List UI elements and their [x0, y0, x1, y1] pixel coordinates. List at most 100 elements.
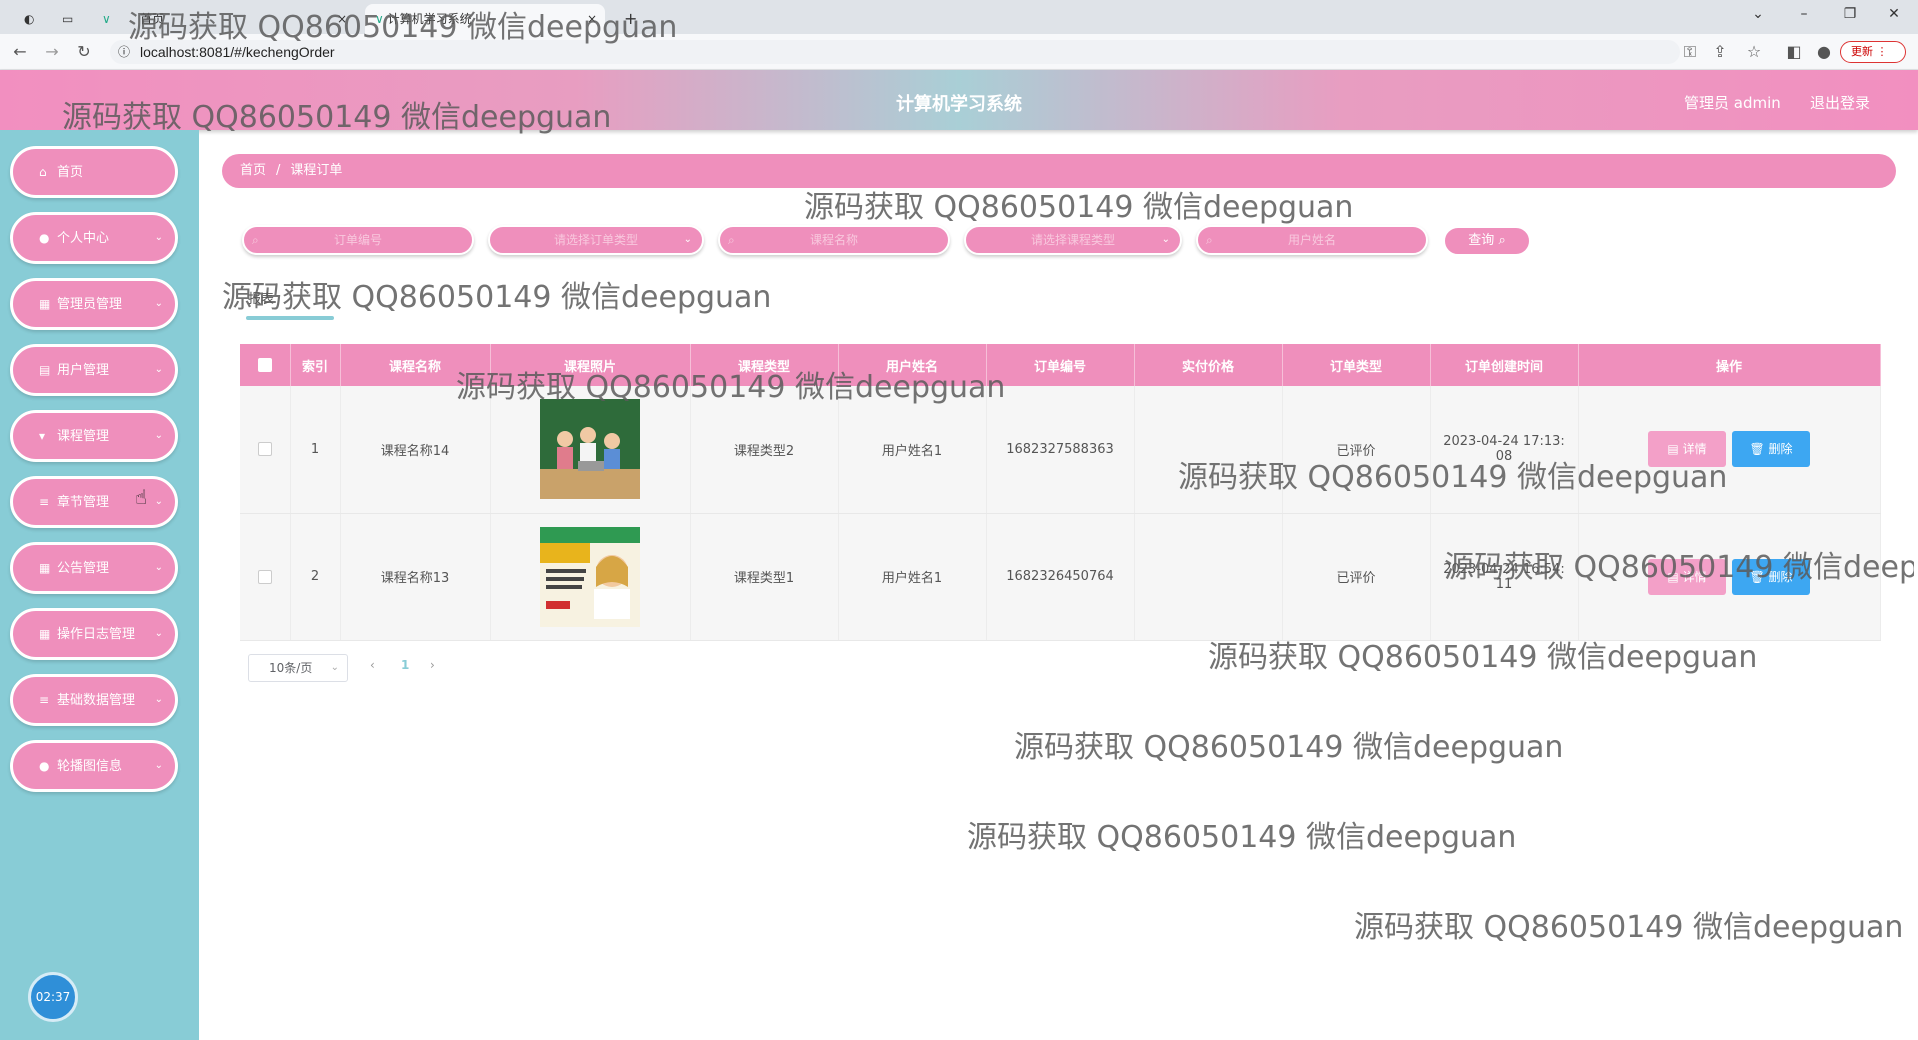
- document-icon: ▤: [1667, 442, 1679, 457]
- trash-icon: 🗑: [1749, 442, 1765, 457]
- course-photo-cell: [490, 386, 691, 514]
- back-icon[interactable]: ←: [10, 42, 30, 61]
- course-name-input[interactable]: ⌕ 课程名称: [718, 225, 950, 255]
- chevron-down-icon: ⌄: [154, 694, 163, 705]
- close-icon[interactable]: ×: [587, 4, 597, 34]
- sidebar-item-chapters[interactable]: ≡ 章节管理 ⌄: [10, 476, 178, 528]
- select-all-checkbox[interactable]: [257, 358, 272, 372]
- grid-icon: ▦: [39, 627, 51, 641]
- delete-button[interactable]: 🗑 删除: [1732, 558, 1810, 595]
- window-icon[interactable]: ▭: [52, 4, 83, 34]
- breadcrumb-separator: /: [276, 163, 281, 178]
- search-icon: ⌕: [1206, 233, 1213, 247]
- order-no-input[interactable]: ⌕ 订单编号: [242, 225, 474, 255]
- chevron-down-icon: ⌄: [154, 232, 163, 243]
- breadcrumb-current: 课程订单: [290, 163, 343, 178]
- page-number-current[interactable]: 1: [401, 658, 409, 672]
- new-tab-button[interactable]: +: [614, 4, 647, 34]
- vue-icon: ∨: [102, 12, 111, 26]
- chevron-down-icon: ⌄: [330, 662, 339, 673]
- sidebar-item-courses[interactable]: ▾ 课程管理 ⌄: [10, 410, 178, 462]
- index-cell: 2: [290, 513, 341, 641]
- course-photo-image[interactable]: [540, 399, 640, 500]
- breadcrumb-home[interactable]: 首页: [240, 163, 266, 178]
- column-header: 用户姓名: [838, 344, 987, 386]
- sidebar-item-users[interactable]: ▤ 用户管理 ⌄: [10, 344, 178, 396]
- page-size-label: 10条/页: [269, 661, 313, 675]
- created-time-line: 2023-04-24 16:54:: [1443, 561, 1565, 577]
- detail-label: 详情: [1682, 442, 1707, 457]
- grid-icon: ▦: [39, 297, 51, 311]
- created-time-line: 11: [1495, 576, 1513, 592]
- sidebar-item-logs[interactable]: ▦ 操作日志管理 ⌄: [10, 608, 178, 660]
- row-checkbox[interactable]: [257, 569, 272, 584]
- forward-icon[interactable]: →: [42, 42, 62, 61]
- created-time-line: 2023-04-24 17:13:: [1443, 434, 1565, 450]
- chevron-down-icon: ⌄: [154, 760, 163, 771]
- order-type-cell: 已评价: [1282, 513, 1431, 641]
- column-header: 订单创建时间: [1430, 344, 1579, 386]
- chevron-down-icon: ⌄: [154, 562, 163, 573]
- tab-underline: [246, 316, 334, 320]
- close-window-icon[interactable]: ✕: [1876, 6, 1912, 22]
- placeholder: 请选择订单类型: [553, 233, 638, 247]
- sidebar-item-home[interactable]: ⌂ 首页: [10, 146, 178, 198]
- trophy-icon: ▾: [39, 429, 46, 443]
- course-type-select[interactable]: 请选择课程类型 ⌄: [964, 225, 1182, 255]
- page-size-select[interactable]: 10条/页 ⌄: [248, 654, 348, 682]
- delete-button[interactable]: 🗑 删除: [1732, 431, 1810, 468]
- profile-icon[interactable]: ●: [1814, 42, 1834, 61]
- sidebar-item-carousel[interactable]: ● 轮播图信息 ⌄: [10, 740, 178, 792]
- course-photo-image[interactable]: [540, 526, 640, 627]
- browser-icon[interactable]: ◐: [14, 4, 44, 34]
- tab-active[interactable]: ∨ 计算机学习系统 ×: [365, 4, 605, 34]
- prev-page-button[interactable]: ‹: [370, 658, 375, 672]
- select-all-cell[interactable]: [240, 344, 291, 386]
- delete-label: 删除: [1768, 569, 1793, 584]
- sidepanel-icon[interactable]: ◧: [1784, 42, 1804, 61]
- minimize-icon[interactable]: –: [1786, 6, 1822, 22]
- info-icon[interactable]: ⓘ: [118, 40, 130, 64]
- sidebar-item-label: 用户管理: [57, 363, 110, 378]
- course-type-cell: 课程类型2: [690, 386, 839, 514]
- detail-button[interactable]: ▤ 详情: [1648, 558, 1726, 595]
- star-icon[interactable]: ☆: [1744, 42, 1764, 61]
- search-icon: ⌕: [728, 233, 735, 247]
- share-icon[interactable]: ⇪: [1710, 42, 1730, 61]
- address-bar: ← → ↻ ⓘ localhost:8081/#/kechengOrder ⚿ …: [0, 34, 1918, 70]
- key-icon[interactable]: ⚿: [1680, 42, 1700, 62]
- user-name-input[interactable]: ⌕ 用户姓名: [1196, 225, 1428, 255]
- price-cell: [1134, 386, 1283, 514]
- reload-icon[interactable]: ↻: [74, 42, 94, 61]
- browser-tabstrip: ◐ ▭ ∨ 首页 × ∨ 计算机学习系统 × + ⌄ – ❐ ✕: [0, 0, 1918, 34]
- url-input[interactable]: ⓘ localhost:8081/#/kechengOrder: [110, 40, 1680, 64]
- close-icon[interactable]: ×: [337, 4, 347, 34]
- app-title: 计算机学习系统: [896, 94, 1022, 115]
- placeholder: 课程名称: [809, 233, 858, 247]
- tab-home[interactable]: 首页 ×: [130, 4, 355, 34]
- sidebar-item-admins[interactable]: ▦ 管理员管理 ⌄: [10, 278, 178, 330]
- next-page-button[interactable]: ›: [430, 658, 435, 672]
- order-type-cell: 已评价: [1282, 386, 1431, 514]
- order-type-select[interactable]: 请选择订单类型 ⌄: [488, 225, 704, 255]
- logout-link[interactable]: 退出登录: [1810, 92, 1870, 113]
- sidebar-item-basedata[interactable]: ≡ 基础数据管理 ⌄: [10, 674, 178, 726]
- table-header-row: 索引 课程名称 课程照片 课程类型 用户姓名 订单编号 实付价格 订单类型 订单…: [240, 344, 1881, 386]
- detail-button[interactable]: ▤ 详情: [1648, 431, 1726, 468]
- sidebar-item-profile[interactable]: ● 个人中心 ⌄: [10, 212, 178, 264]
- mouse-cursor-icon: ☝: [135, 485, 148, 509]
- clock-badge[interactable]: 02:37: [28, 972, 78, 1022]
- update-button[interactable]: 更新 ⋮: [1840, 41, 1906, 63]
- row-checkbox[interactable]: [257, 442, 272, 457]
- chevron-down-icon: ⌄: [154, 298, 163, 309]
- created-time-cell: 2023-04-24 16:54: 11: [1430, 513, 1579, 641]
- sidebar-item-notices[interactable]: ▦ 公告管理 ⌄: [10, 542, 178, 594]
- chevron-down-icon: ⌄: [1161, 234, 1170, 245]
- report-tab[interactable]: 报表: [248, 288, 274, 307]
- created-time-line: 08: [1495, 449, 1513, 465]
- query-button[interactable]: 查询 ⌕: [1443, 226, 1531, 256]
- table-row: 2 课程名称13 课程类型1 用户姓名1 1682326450764 已评价 2…: [240, 513, 1881, 641]
- tab-search-icon[interactable]: ⌄: [1740, 6, 1776, 22]
- user-name-cell: 用户姓名1: [838, 386, 987, 514]
- restore-icon[interactable]: ❐: [1832, 6, 1868, 22]
